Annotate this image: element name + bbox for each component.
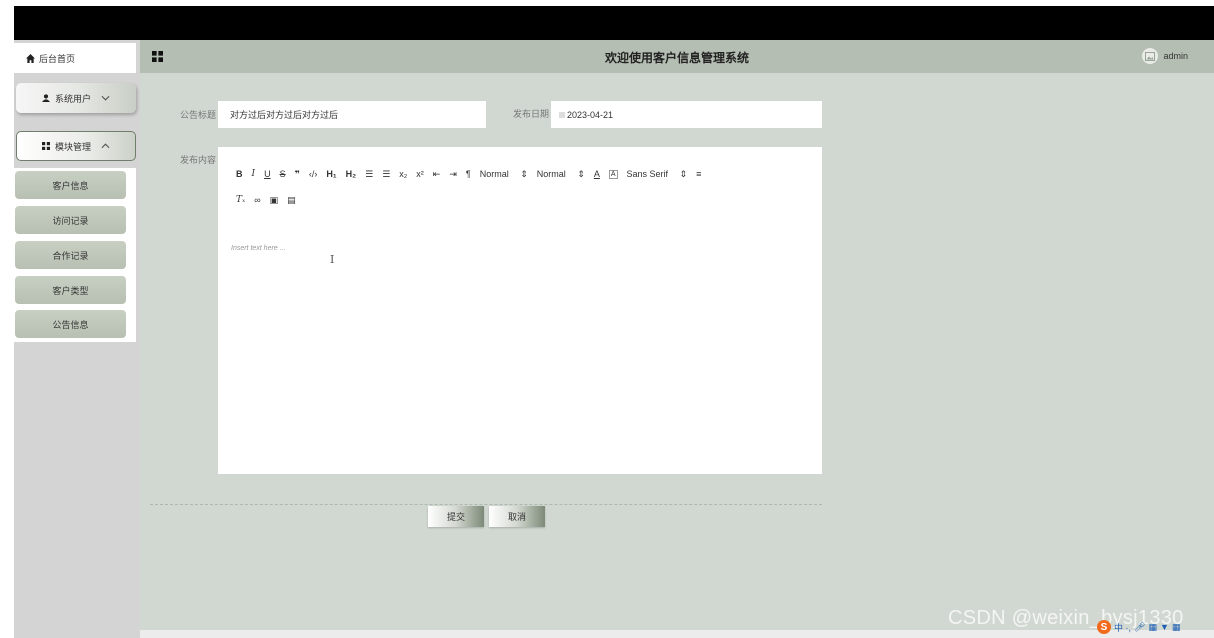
clear-format-icon[interactable]: Tₓ: [236, 195, 245, 205]
top-header: 欢迎使用客户信息管理系统 admin: [140, 40, 1214, 73]
sidebar-home-label: 后台首页: [39, 53, 76, 64]
image-icon: [1145, 51, 1156, 61]
title-input[interactable]: 对方过后对方过后对方过后: [218, 101, 486, 128]
indent-right-icon[interactable]: ⇥: [449, 169, 457, 180]
font-size-value: Normal: [536, 168, 566, 179]
heading1-icon[interactable]: H₁: [326, 169, 336, 179]
font-family-value: Sans Serif: [626, 168, 669, 179]
sidebar-item-visit-records[interactable]: 访问记录: [15, 206, 126, 234]
sidebar-menu-label: 系统用户: [54, 93, 91, 104]
superscript-icon[interactable]: x²: [416, 169, 424, 179]
home-icon: [26, 53, 35, 63]
text-cursor-icon: I: [330, 253, 335, 266]
chevron-up-icon: [101, 143, 110, 149]
shirt-icon: ▼: [1159, 622, 1169, 632]
grid-icon: [41, 142, 50, 150]
sidebar-item-customer-types[interactable]: 客户类型: [15, 276, 126, 304]
sidebar-home-link[interactable]: 后台首页: [14, 43, 136, 73]
top-black-bar: [14, 6, 1214, 40]
ime-toolbar[interactable]: S 中 ·, 🎤︎ ▦ ▼ ▦: [1097, 620, 1180, 634]
header-size-select[interactable]: Normal ⇕: [480, 169, 528, 180]
code-icon[interactable]: ‹/›: [309, 169, 318, 179]
username: admin: [1163, 51, 1188, 61]
editor-placeholder: Insert text here ...: [231, 245, 286, 252]
sidebar: 后台首页 系统用户 模块管理 客户信息 访问记录 合作记录 客户类型 公告信息: [14, 40, 140, 638]
bullet-list-icon[interactable]: ☰: [382, 169, 390, 180]
bold-icon[interactable]: B: [236, 169, 243, 179]
ordered-list-icon[interactable]: ☰: [365, 169, 373, 180]
page-title: 欢迎使用客户信息管理系统: [604, 51, 749, 65]
sidebar-item-customer-info[interactable]: 客户信息: [15, 171, 126, 199]
date-field-label: 发布日期: [513, 109, 550, 119]
cancel-button[interactable]: 取消: [489, 506, 545, 527]
text-direction-icon[interactable]: ¶: [466, 169, 471, 179]
sidebar-item-cooperation-records[interactable]: 合作记录: [15, 241, 126, 269]
link-icon[interactable]: ∞: [254, 195, 260, 205]
form-divider: [150, 504, 822, 505]
indent-left-icon[interactable]: ⇤: [433, 169, 441, 180]
user-menu[interactable]: admin: [1142, 48, 1188, 64]
avatar: [1142, 48, 1159, 64]
editor-toolbar: B I U S ❞ ‹/› H₁ H₂ ☰ ☰ x₂ x² ⇤ ⇥ ¶ Norm…: [236, 167, 710, 207]
date-input[interactable]: 2023-04-21: [551, 101, 822, 128]
underline-icon[interactable]: U: [264, 169, 271, 179]
sidebar-item-announcements[interactable]: 公告信息: [15, 310, 126, 338]
strike-icon[interactable]: S: [280, 169, 286, 179]
chevron-down-icon: [101, 95, 110, 101]
subscript-icon[interactable]: x₂: [399, 169, 407, 179]
blockquote-icon[interactable]: ❞: [295, 169, 300, 180]
font-color-icon[interactable]: A: [594, 169, 600, 179]
date-value: 2023-04-21: [567, 109, 614, 120]
apps-icon: ▦: [1171, 621, 1181, 632]
keyboard-icon: ▦: [1148, 621, 1157, 632]
user-icon: [41, 94, 50, 102]
italic-icon[interactable]: I: [252, 169, 256, 179]
content-field-label: 发布内容: [180, 155, 217, 165]
font-size-select[interactable]: Normal ⇕: [537, 169, 585, 180]
sidebar-menu-label: 模块管理: [54, 141, 91, 152]
ime-logo-icon: S: [1097, 620, 1111, 634]
ime-label: 中 ·,: [1114, 622, 1131, 633]
image-icon[interactable]: ▣: [270, 195, 279, 206]
align-icon[interactable]: ≡: [696, 169, 701, 179]
calendar-icon: [559, 111, 565, 118]
rich-text-editor[interactable]: B I U S ❞ ‹/› H₁ H₂ ☰ ☰ x₂ x² ⇤ ⇥ ¶ Norm…: [218, 147, 822, 474]
title-field-label: 公告标题: [180, 110, 217, 120]
header-size-value: Normal: [479, 168, 509, 179]
bottom-scroll-bar[interactable]: [140, 630, 1214, 638]
font-family-select[interactable]: Sans Serif ⇕: [627, 169, 688, 180]
video-icon[interactable]: ▤: [287, 195, 296, 206]
main-content: 公告标题 对方过后对方过后对方过后 发布日期 2023-04-21 发布内容 B…: [140, 73, 1214, 630]
submit-button[interactable]: 提交: [428, 506, 484, 527]
sidebar-menu-module-management[interactable]: 模块管理: [16, 131, 136, 161]
background-color-icon[interactable]: A: [608, 169, 618, 179]
sidebar-menu-system-users[interactable]: 系统用户: [16, 83, 136, 113]
microphone-icon: 🎤︎: [1134, 621, 1146, 632]
sidebar-submenu: 客户信息 访问记录 合作记录 客户类型 公告信息: [14, 168, 136, 342]
heading2-icon[interactable]: H₂: [346, 169, 357, 179]
